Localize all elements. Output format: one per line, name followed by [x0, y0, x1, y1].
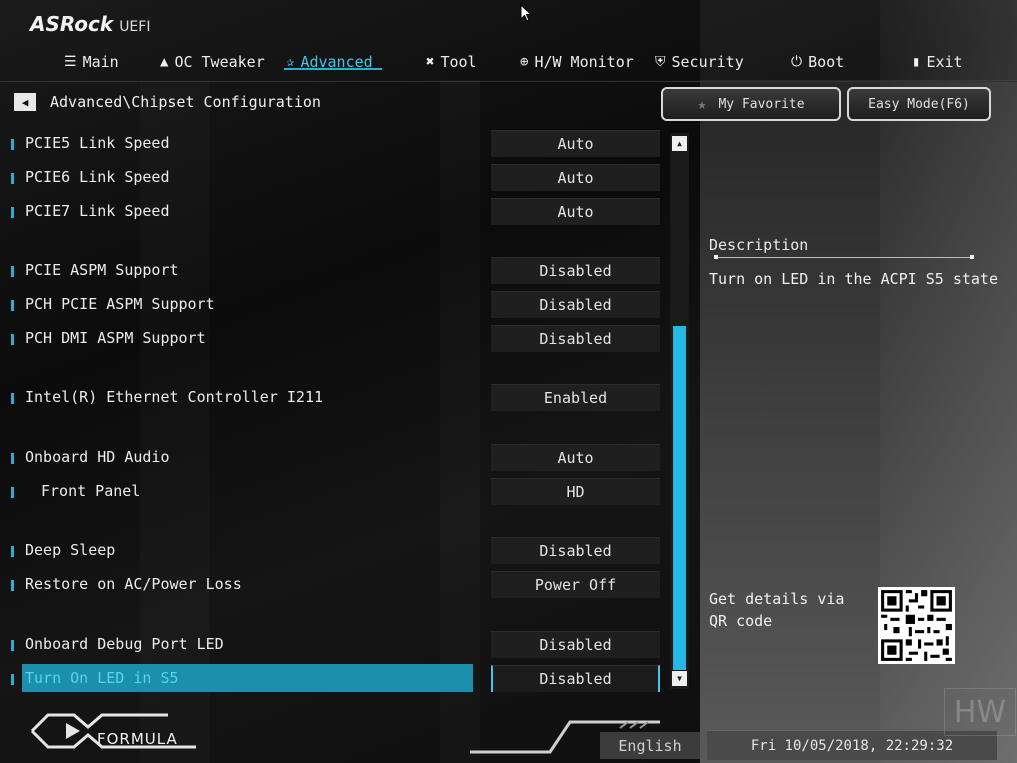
tab-boot[interactable]: ⏻ Boot	[791, 50, 844, 74]
info-bullet-icon	[11, 546, 14, 557]
exit-door-icon: ▮	[912, 54, 921, 70]
info-bullet-icon	[11, 640, 14, 651]
info-bullet-icon	[11, 139, 14, 150]
tab-hw-monitor[interactable]: ⊕ H/W Monitor	[520, 50, 634, 74]
setting-value[interactable]: Disabled	[491, 325, 660, 352]
watermark: HW	[944, 688, 1016, 736]
description-text: Turn on LED in the ACPI S5 state	[709, 270, 998, 288]
setting-label: PCIE6 Link Speed	[25, 168, 170, 186]
info-bullet-icon	[11, 580, 14, 591]
setting-value[interactable]: Disabled	[491, 291, 660, 318]
setting-label: PCH DMI ASPM Support	[25, 329, 206, 347]
breadcrumb-path: Advanced\Chipset Configuration	[50, 93, 321, 111]
info-bullet-icon	[11, 334, 14, 345]
setting-value[interactable]: Auto	[491, 130, 660, 157]
info-bullet-icon	[11, 453, 14, 464]
setting-row[interactable]: PCIE7 Link Speed Auto	[0, 197, 680, 227]
tools-icon: ✖	[426, 54, 435, 70]
formula-brand-text: FORMULA	[97, 730, 178, 748]
header-divider	[0, 81, 1017, 82]
tab-tool[interactable]: ✖ Tool	[426, 50, 477, 74]
info-bullet-icon	[11, 300, 14, 311]
mouse-cursor-icon	[520, 4, 533, 22]
setting-row[interactable]: Deep Sleep Disabled	[0, 536, 680, 566]
asrock-logo: ASRock UEFI	[30, 12, 151, 36]
info-bullet-icon	[11, 173, 14, 184]
qr-code	[878, 587, 955, 664]
setting-label: Intel(R) Ethernet Controller I211	[25, 388, 324, 406]
setting-label: PCIE ASPM Support	[25, 261, 179, 279]
setting-value[interactable]: Power Off	[491, 571, 660, 598]
setting-value[interactable]: Auto	[491, 164, 660, 191]
setting-row[interactable]: PCIE5 Link Speed Auto	[0, 129, 680, 159]
setting-label: PCIE5 Link Speed	[25, 134, 170, 152]
menu-bar: ☰ Main ▲ OC Tweaker ✰ Advanced ✖ Tool ⊕ H/W M…	[0, 44, 1017, 80]
setting-value[interactable]: Auto	[491, 444, 660, 471]
info-bullet-icon	[11, 487, 14, 498]
setting-label: Restore on AC/Power Loss	[25, 575, 242, 593]
setting-value[interactable]: Disabled	[491, 631, 660, 658]
setting-label: Turn On LED in S5	[25, 669, 179, 687]
setting-label: PCIE7 Link Speed	[25, 202, 170, 220]
setting-label: Deep Sleep	[25, 541, 116, 559]
setting-row-selected[interactable]: Turn On LED in S5 Disabled	[0, 664, 680, 694]
list-icon: ☰	[64, 54, 77, 70]
setting-value[interactable]: Disabled	[491, 665, 660, 692]
tab-main[interactable]: ☰ Main	[64, 50, 119, 74]
description-divider	[714, 255, 974, 259]
star-icon: ★	[697, 95, 707, 113]
setting-row[interactable]: Restore on AC/Power Loss Power Off	[0, 570, 680, 600]
setting-label: Onboard Debug Port LED	[25, 635, 224, 653]
setting-row[interactable]: Onboard HD Audio Auto	[0, 443, 680, 473]
setting-value[interactable]: Disabled	[491, 537, 660, 564]
setting-row[interactable]: PCH PCIE ASPM Support Disabled	[0, 290, 680, 320]
setting-label: PCH PCIE ASPM Support	[25, 295, 215, 313]
scrollbar-thumb[interactable]	[673, 326, 686, 670]
easy-mode-button[interactable]: Easy Mode(F6)	[847, 87, 991, 121]
tab-security[interactable]: ⛨ Security	[655, 50, 744, 74]
shield-icon: ⛨	[655, 54, 666, 70]
qr-code-icon	[878, 587, 955, 664]
setting-value[interactable]: HD	[491, 478, 660, 505]
info-bullet-icon	[11, 393, 14, 404]
info-bullet-icon	[11, 674, 14, 685]
info-bullet-icon	[11, 266, 14, 277]
my-favorite-button[interactable]: ★ My Favorite	[661, 87, 841, 121]
setting-row[interactable]: Front Panel HD	[0, 477, 680, 507]
scroll-down-arrow-icon[interactable]: ▼	[672, 671, 687, 686]
power-icon: ⏻	[791, 54, 803, 70]
scrollbar[interactable]: ▲ ▼	[670, 133, 689, 689]
info-bullet-icon	[11, 207, 14, 218]
setting-label: Onboard HD Audio	[25, 448, 170, 466]
setting-value[interactable]: Enabled	[491, 384, 660, 411]
breadcrumb: ◀ Advanced\Chipset Configuration	[14, 93, 321, 111]
active-tab-indicator	[284, 68, 382, 70]
flame-icon: ▲	[160, 54, 169, 70]
monitor-crosshair-icon: ⊕	[520, 54, 529, 70]
setting-row[interactable]: PCH DMI ASPM Support Disabled	[0, 324, 680, 354]
description-title: Description	[709, 236, 809, 254]
scroll-up-arrow-icon[interactable]: ▲	[672, 136, 687, 151]
tab-oc-tweaker[interactable]: ▲ OC Tweaker	[160, 50, 265, 74]
back-arrow-icon[interactable]: ◀	[14, 93, 36, 111]
setting-row[interactable]: PCIE6 Link Speed Auto	[0, 163, 680, 193]
setting-value[interactable]: Auto	[491, 198, 660, 225]
setting-row[interactable]: Intel(R) Ethernet Controller I211 Enable…	[0, 383, 680, 413]
setting-label: Front Panel	[41, 482, 141, 500]
tab-advanced[interactable]: ✰ Advanced	[286, 50, 373, 74]
qr-hint: Get details via QR code	[709, 590, 845, 630]
tab-exit[interactable]: ▮ Exit	[912, 50, 963, 74]
language-selector[interactable]: English	[600, 732, 700, 759]
setting-row[interactable]: PCIE ASPM Support Disabled	[0, 256, 680, 286]
setting-value[interactable]: Disabled	[491, 257, 660, 284]
setting-row[interactable]: Onboard Debug Port LED Disabled	[0, 630, 680, 660]
